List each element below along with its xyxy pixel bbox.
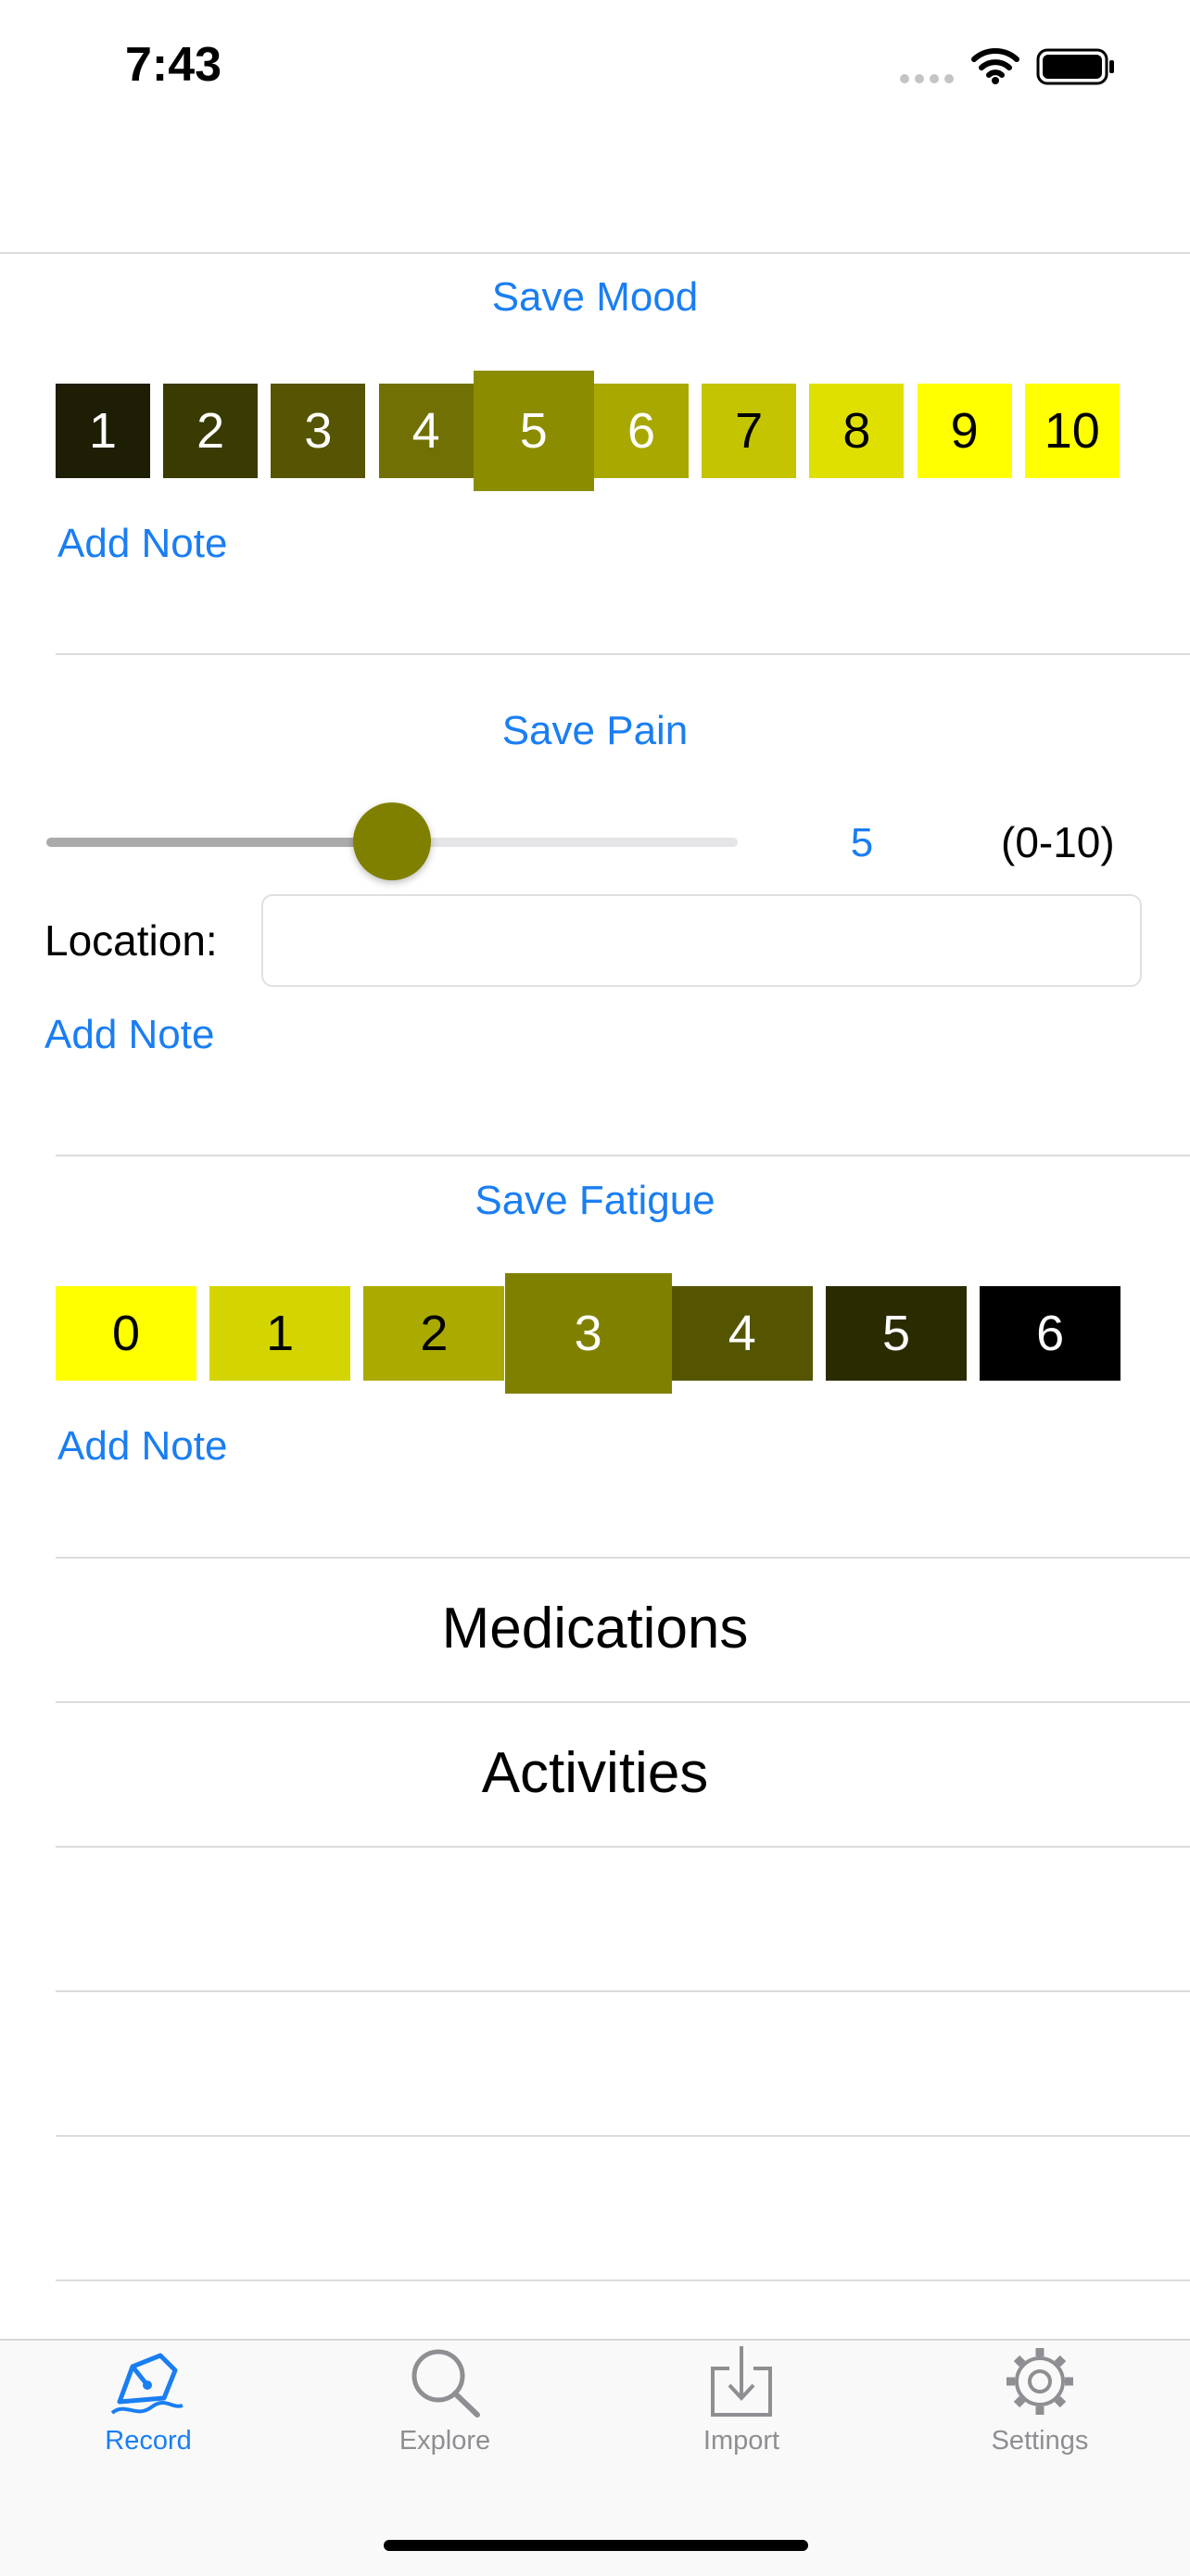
mood-divider (56, 653, 1190, 655)
list-divider (56, 1846, 1190, 1848)
tab-label: Explore (399, 2426, 491, 2456)
mood-option-9[interactable]: 9 (917, 384, 1012, 478)
record-icon (74, 2344, 222, 2418)
import-icon (667, 2344, 816, 2418)
activities-row[interactable]: Activities (0, 1740, 1190, 1806)
status-time: 7:43 (125, 38, 222, 92)
tab-label: Settings (991, 2426, 1089, 2456)
pain-range-label: (0-10) (1001, 818, 1115, 866)
fatigue-option-2[interactable]: 2 (363, 1286, 505, 1381)
fatigue-option-5[interactable]: 5 (826, 1286, 967, 1381)
pain-slider[interactable] (46, 802, 738, 880)
pain-slider-fill (46, 838, 392, 847)
location-input[interactable] (261, 894, 1142, 987)
tab-label: Import (703, 2426, 780, 2456)
home-indicator (384, 2540, 808, 2551)
tab-label: Record (105, 2426, 192, 2456)
wifi-icon (971, 46, 1019, 90)
save-pain-button[interactable]: Save Pain (0, 708, 1190, 754)
list-divider (56, 1557, 1190, 1559)
mood-option-10[interactable]: 10 (1024, 384, 1120, 478)
search-icon (371, 2344, 519, 2418)
tab-settings[interactable]: Settings (966, 2344, 1114, 2456)
list-divider (56, 1990, 1190, 1992)
mood-option-3[interactable]: 3 (271, 384, 366, 478)
fatigue-add-note-button[interactable]: Add Note (57, 1423, 227, 1470)
gear-icon (966, 2344, 1114, 2418)
mood-option-5[interactable]: 5 (473, 371, 594, 491)
header-divider (0, 252, 1190, 254)
mood-option-4[interactable]: 4 (378, 384, 474, 478)
mood-option-7[interactable]: 7 (702, 384, 797, 478)
fatigue-option-0[interactable]: 0 (56, 1286, 196, 1381)
mood-option-2[interactable]: 2 (163, 384, 259, 478)
location-label: Location: (44, 916, 218, 965)
tab-explore[interactable]: Explore (371, 2344, 519, 2456)
cellular-signal-icon (899, 72, 956, 90)
medications-row[interactable]: Medications (0, 1596, 1190, 1661)
pain-value: 5 (850, 820, 874, 865)
fatigue-option-3[interactable]: 3 (504, 1273, 672, 1394)
pain-add-note-button[interactable]: Add Note (44, 1012, 214, 1058)
tab-import[interactable]: Import (667, 2344, 816, 2456)
save-fatigue-button[interactable]: Save Fatigue (0, 1178, 1190, 1224)
list-divider (56, 1701, 1190, 1703)
fatigue-option-1[interactable]: 1 (209, 1286, 351, 1381)
save-mood-button[interactable]: Save Mood (0, 274, 1190, 321)
mood-option-1[interactable]: 1 (56, 384, 150, 478)
pain-divider (56, 1155, 1190, 1156)
pain-slider-thumb[interactable] (353, 802, 431, 880)
tab-record[interactable]: Record (74, 2344, 222, 2456)
battery-icon (1036, 48, 1116, 90)
mood-add-note-button[interactable]: Add Note (57, 521, 227, 567)
mood-option-6[interactable]: 6 (594, 384, 689, 478)
status-bar: 7:43 (0, 0, 1190, 130)
mood-option-8[interactable]: 8 (809, 384, 905, 478)
list-divider (56, 2279, 1190, 2281)
list-divider (56, 2135, 1190, 2137)
fatigue-option-4[interactable]: 4 (671, 1286, 813, 1381)
fatigue-option-6[interactable]: 6 (980, 1286, 1121, 1381)
